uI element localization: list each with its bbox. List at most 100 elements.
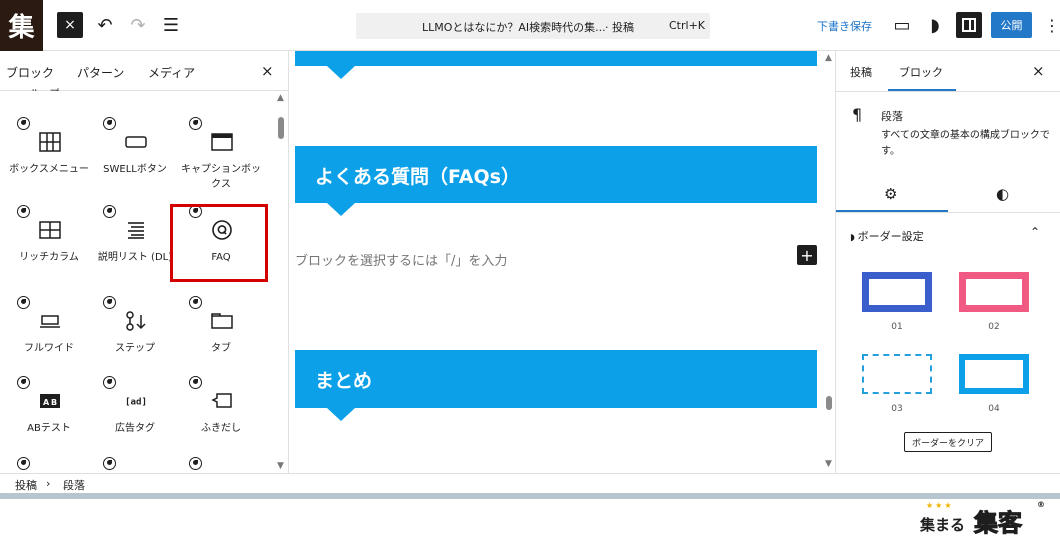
- breadcrumb-item-post[interactable]: 投稿: [15, 477, 37, 493]
- border-option-03[interactable]: 03: [858, 350, 936, 414]
- watermark-text-big: 集客: [974, 509, 1023, 538]
- description-list-icon: [125, 219, 147, 241]
- preview-button[interactable]: ▭: [891, 14, 913, 36]
- settings-sidebar-toggle[interactable]: [956, 12, 982, 38]
- close-icon[interactable]: ×: [261, 62, 274, 80]
- undo-icon: ↶: [97, 14, 113, 36]
- swell-badge-icon: [189, 117, 202, 130]
- block-item-description-list[interactable]: 説明リスト (DL): [92, 205, 178, 285]
- block-item-tab[interactable]: タブ: [178, 296, 264, 376]
- heading-block-previous[interactable]: [295, 51, 817, 79]
- block-label: キャプションボックス: [181, 164, 261, 190]
- inserter-scrollbar[interactable]: ▲ ▼: [277, 93, 285, 471]
- block-item-rich-column[interactable]: リッチカラム: [6, 205, 92, 285]
- more-options-icon[interactable]: ⋮: [1044, 16, 1060, 35]
- tab-block[interactable]: ブロック: [899, 64, 943, 80]
- faq-highlight-box: [170, 204, 268, 282]
- scroll-down-arrow-icon[interactable]: ▼: [825, 459, 832, 469]
- border-preview: [959, 272, 1029, 312]
- block-item-step[interactable]: ステップ: [92, 296, 178, 376]
- post-title: LLMOとはなにか？AI検索時代の集...: [422, 21, 606, 34]
- close-icon[interactable]: ×: [1032, 62, 1045, 80]
- registered-mark: ®: [1037, 500, 1045, 509]
- undo-button[interactable]: ↶: [94, 14, 116, 36]
- svg-text:[ad]: [ad]: [125, 397, 147, 408]
- block-item-partial[interactable]: [6, 457, 92, 473]
- block-item-ab-test[interactable]: AB ABテスト: [6, 376, 92, 456]
- clear-border-button[interactable]: ボーダーをクリア: [904, 432, 992, 452]
- border-option-label: 01: [891, 322, 903, 332]
- swell-badge-icon: [17, 117, 30, 130]
- swell-badge-icon: [189, 376, 202, 389]
- block-item-ad-tag[interactable]: [ad] 広告タグ: [92, 376, 178, 456]
- plus-icon: +: [800, 245, 814, 265]
- block-item-caption-box[interactable]: キャプションボックス: [178, 117, 264, 197]
- cut-off-label: ー: [128, 85, 138, 91]
- caption-box-icon: [211, 131, 233, 153]
- tab-post[interactable]: 投稿: [850, 64, 872, 80]
- swell-badge-icon: [17, 296, 30, 309]
- block-label: フルワイド: [24, 343, 74, 354]
- scroll-down-arrow-icon[interactable]: ▼: [277, 461, 284, 471]
- settings-gear-icon[interactable]: ⚙: [884, 185, 897, 203]
- redo-button[interactable]: ↷: [127, 14, 149, 36]
- breadcrumb-item-paragraph[interactable]: 段落: [63, 477, 85, 493]
- site-logo[interactable]: 集: [0, 0, 43, 51]
- block-item-full-wide[interactable]: フルワイド: [6, 296, 92, 376]
- heading-text[interactable]: よくある質問（FAQs）: [315, 162, 520, 189]
- scrollbar-thumb[interactable]: [826, 396, 832, 410]
- stars-decoration: ★★★: [926, 501, 954, 510]
- block-item-partial[interactable]: [92, 457, 178, 473]
- swell-badge-icon: [17, 205, 30, 218]
- settings-sidebar: 投稿 ブロック × ¶ 段落 すべての文章の基本の構成ブロックです。 ⚙ ◐ ◗…: [835, 51, 1060, 473]
- tab-blocks[interactable]: ブロック: [6, 64, 54, 81]
- editor-canvas: よくある質問（FAQs） ブロックを選択するには「/」を入力 + まとめ ▲ ▼: [289, 51, 835, 473]
- canvas-scrollbar[interactable]: ▲ ▼: [824, 51, 834, 473]
- document-overview-button[interactable]: ☰: [160, 14, 182, 36]
- swell-badge-icon: [103, 296, 116, 309]
- swell-badge-icon: [103, 117, 116, 130]
- block-label: ステップ: [115, 343, 155, 354]
- chevron-up-icon[interactable]: ⌃: [1030, 225, 1040, 239]
- heading-text[interactable]: まとめ: [315, 366, 372, 393]
- active-subtab-indicator: [836, 210, 948, 212]
- block-item-swell-button[interactable]: SWELLボタン: [92, 117, 178, 197]
- border-option-04[interactable]: 04: [955, 350, 1033, 414]
- empty-paragraph-placeholder[interactable]: ブロックを選択するには「/」を入力: [295, 250, 507, 269]
- block-card-description: すべての文章の基本の構成ブロックです。: [881, 130, 1050, 157]
- block-settings-subtabs: ⚙ ◐: [836, 177, 1060, 213]
- save-draft-button[interactable]: 下書き保存: [817, 18, 872, 34]
- scrollbar-thumb[interactable]: [278, 117, 284, 139]
- block-inserter-panel: ブロック パターン メディア × ループ ー ボックスメニュー SWELLボタン…: [0, 51, 289, 473]
- border-option-label: 04: [988, 404, 1000, 414]
- command-palette-bar[interactable]: LLMOとはなにか？AI検索時代の集... · 投稿 Ctrl+K: [356, 13, 710, 39]
- block-label: 説明リスト (DL): [97, 252, 173, 263]
- tab-media[interactable]: メディア: [148, 64, 195, 81]
- swell-logo-icon: ◗: [850, 233, 858, 243]
- swell-badge-icon: [189, 296, 202, 309]
- border-option-01[interactable]: 01: [858, 268, 936, 332]
- scroll-up-arrow-icon[interactable]: ▲: [825, 53, 832, 63]
- border-option-02[interactable]: 02: [955, 268, 1033, 332]
- swell-badge-icon: [103, 205, 116, 218]
- heading-block-summary[interactable]: まとめ: [295, 350, 817, 421]
- tab-patterns[interactable]: パターン: [77, 64, 124, 81]
- panel-title: ◗ ボーダー設定: [850, 230, 924, 243]
- block-item-box-menu[interactable]: ボックスメニュー: [6, 117, 92, 197]
- taskbar-strip: [0, 493, 1060, 499]
- close-inserter-button[interactable]: ×: [57, 12, 83, 38]
- step-icon: [125, 310, 147, 332]
- border-preview: [862, 272, 932, 312]
- publish-button[interactable]: 公開: [991, 12, 1032, 38]
- scroll-up-arrow-icon[interactable]: ▲: [277, 93, 284, 103]
- shortcut-hint: Ctrl+K: [669, 19, 706, 32]
- block-item-balloon[interactable]: ふきだし: [178, 376, 264, 456]
- active-tab-indicator: [888, 89, 956, 91]
- swell-settings-button[interactable]: ◗: [924, 14, 946, 36]
- heading-block-faq[interactable]: よくある質問（FAQs）: [295, 146, 817, 216]
- styles-icon[interactable]: ◐: [996, 185, 1009, 203]
- block-label: 広告タグ: [115, 423, 155, 434]
- block-label: リッチカラム: [19, 252, 79, 263]
- block-item-partial[interactable]: [178, 457, 264, 473]
- add-block-button[interactable]: +: [797, 245, 817, 265]
